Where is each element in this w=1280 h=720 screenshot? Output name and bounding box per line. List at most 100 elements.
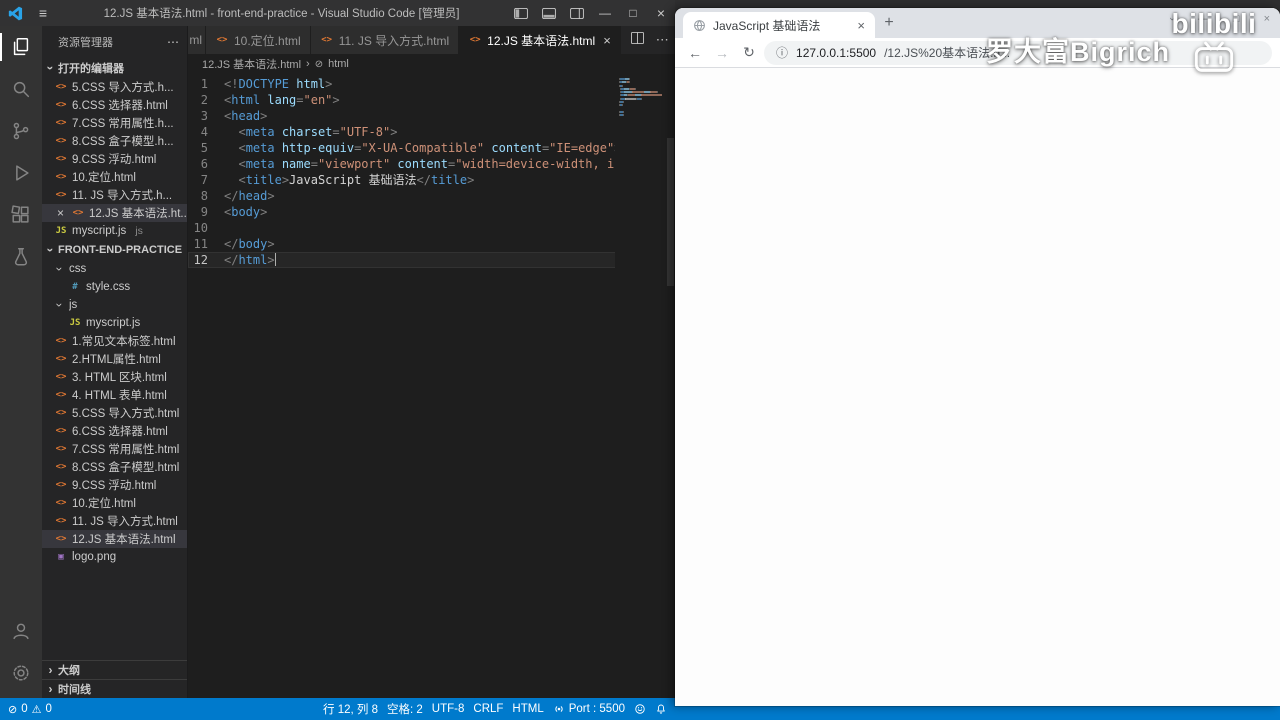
- open-editor-item[interactable]: <> 7.CSS 常用属性.h...: [42, 114, 187, 132]
- activity-bar-item-explorer[interactable]: [0, 26, 42, 68]
- menu-icon[interactable]: ≡: [30, 5, 56, 21]
- code-line[interactable]: 4 <meta charset="UTF-8">: [188, 124, 675, 140]
- editor-tab[interactable]: ml: [188, 26, 206, 54]
- tree-file[interactable]: <> 8.CSS 盒子模型.html: [42, 458, 187, 476]
- minimap-line: [619, 94, 662, 97]
- code-text: <head>: [224, 109, 268, 123]
- bell-icon[interactable]: [655, 703, 667, 715]
- tree-file[interactable]: <> 9.CSS 浮动.html: [42, 476, 187, 494]
- close-icon[interactable]: ×: [603, 33, 611, 48]
- tree-file[interactable]: <> 5.CSS 导入方式.html: [42, 404, 187, 422]
- code-line[interactable]: 9 <body>: [188, 204, 675, 220]
- open-editor-item[interactable]: <> 8.CSS 盒子模型.h...: [42, 132, 187, 150]
- html-file-icon: <>: [469, 35, 481, 45]
- new-tab-button[interactable]: +: [875, 10, 903, 36]
- close-button[interactable]: ×: [647, 0, 675, 26]
- code-line[interactable]: 12 </html>: [188, 252, 675, 268]
- open-editor-item[interactable]: <> 6.CSS 选择器.html: [42, 96, 187, 114]
- open-editor-item[interactable]: <> 10.定位.html: [42, 168, 187, 186]
- window-title: 12.JS 基本语法.html - front-end-practice - V…: [103, 8, 460, 20]
- breadcrumb[interactable]: 12.JS 基本语法.html › ⊘ html: [188, 54, 675, 74]
- timeline-section-header[interactable]: › 时间线: [42, 679, 187, 698]
- open-editors-header[interactable]: › 打开的编辑器: [42, 58, 187, 78]
- open-editor-item[interactable]: JS myscript.js js: [42, 222, 187, 240]
- author-watermark: 罗大富Bigrich: [986, 37, 1171, 67]
- maximize-button[interactable]: □: [619, 0, 647, 26]
- tree-file[interactable]: JS myscript.js: [42, 314, 187, 332]
- tree-file[interactable]: <> 6.CSS 选择器.html: [42, 422, 187, 440]
- indentation-setting[interactable]: 空格: 2: [387, 701, 423, 717]
- toggle-panel-icon[interactable]: [535, 0, 563, 26]
- open-editor-item[interactable]: <> 9.CSS 浮动.html: [42, 150, 187, 168]
- sidebar-more-actions-icon[interactable]: ⋯: [167, 35, 179, 49]
- code-line[interactable]: 10: [188, 220, 675, 236]
- breadcrumb-file[interactable]: 12.JS 基本语法.html: [202, 56, 301, 72]
- tree-file[interactable]: ▣ logo.png: [42, 548, 187, 566]
- activity-bar-item-extensions[interactable]: [0, 194, 42, 236]
- open-editor-item[interactable]: <> 5.CSS 导入方式.h...: [42, 78, 187, 96]
- editor-tab[interactable]: <> 10.定位.html: [206, 26, 311, 54]
- minimap-line: [619, 84, 662, 87]
- eol-setting[interactable]: CRLF: [473, 703, 503, 715]
- scrollbar-thumb[interactable]: [667, 138, 674, 286]
- minimize-button[interactable]: —: [591, 0, 619, 26]
- minimap[interactable]: [615, 74, 675, 698]
- editor-tab[interactable]: <> 11. JS 导入方式.html: [310, 26, 460, 54]
- tree-folder[interactable]: › css: [42, 260, 187, 278]
- minimap-line: [619, 110, 662, 113]
- project-section-header[interactable]: › FRONT-END-PRACTICE: [42, 240, 187, 260]
- site-info-icon[interactable]: ⓘ: [776, 44, 788, 61]
- outline-section-header[interactable]: › 大纲: [42, 660, 187, 679]
- tree-file[interactable]: <> 4. HTML 表单.html: [42, 386, 187, 404]
- toggle-sidebar-icon[interactable]: [507, 0, 535, 26]
- forward-icon[interactable]: →: [710, 41, 734, 65]
- toggle-secondary-sidebar-icon[interactable]: [563, 0, 591, 26]
- activity-bar-item-tests[interactable]: [0, 236, 42, 278]
- tree-file[interactable]: <> 12.JS 基本语法.html: [42, 530, 187, 548]
- language-mode[interactable]: HTML: [512, 703, 543, 715]
- code-line[interactable]: 8 </head>: [188, 188, 675, 204]
- reload-icon[interactable]: ↻: [737, 41, 761, 65]
- browser-tab-title: JavaScript 基础语法: [713, 18, 821, 33]
- code-line[interactable]: 11 </body>: [188, 236, 675, 252]
- activity-bar-item-run-debug[interactable]: [0, 152, 42, 194]
- tree-file[interactable]: <> 11. JS 导入方式.html: [42, 512, 187, 530]
- more-actions-icon[interactable]: ⋯: [656, 32, 669, 48]
- code-line[interactable]: 5 <meta http-equiv="X-UA-Compatible" con…: [188, 140, 675, 156]
- error-icon: ⊘: [8, 703, 18, 716]
- breadcrumb-symbol[interactable]: html: [328, 58, 349, 70]
- tree-file[interactable]: <> 3. HTML 区块.html: [42, 368, 187, 386]
- activity-bar-item-account[interactable]: [0, 610, 42, 652]
- html-file-icon: <>: [55, 336, 67, 346]
- activity-bar-item-search[interactable]: [0, 68, 42, 110]
- browser-tab[interactable]: JavaScript 基础语法 ×: [683, 12, 875, 38]
- minimap-line: [619, 97, 662, 100]
- tree-file[interactable]: <> 7.CSS 常用属性.html: [42, 440, 187, 458]
- cursor-position[interactable]: 行 12, 列 8: [323, 701, 378, 717]
- open-editor-item[interactable]: × <> 12.JS 基本语法.ht...: [42, 204, 187, 222]
- code-line[interactable]: 2 <html lang="en">: [188, 92, 675, 108]
- encoding-setting[interactable]: UTF-8: [432, 703, 465, 715]
- open-editor-item[interactable]: <> 11. JS 导入方式.h...: [42, 186, 187, 204]
- close-icon[interactable]: ×: [54, 206, 67, 220]
- code-line[interactable]: 6 <meta name="viewport" content="width=d…: [188, 156, 675, 172]
- close-tab-icon[interactable]: ×: [857, 18, 865, 33]
- activity-bar-item-source-control[interactable]: [0, 110, 42, 152]
- tree-file[interactable]: # style.css: [42, 278, 187, 296]
- tree-file[interactable]: <> 2.HTML属性.html: [42, 350, 187, 368]
- code-editor[interactable]: 1 <!DOCTYPE html> 2 <html lang="en"> 3 <head>…: [188, 74, 675, 698]
- feedback-icon[interactable]: [634, 703, 646, 715]
- tree-file[interactable]: <> 1.常见文本标签.html: [42, 332, 187, 350]
- back-icon[interactable]: ←: [683, 41, 707, 65]
- split-editor-icon[interactable]: [630, 31, 644, 49]
- code-line[interactable]: 3 <head>: [188, 108, 675, 124]
- activity-bar-item-settings[interactable]: [0, 652, 42, 694]
- problems-indicator[interactable]: ⊘ 0 ⚠ 0: [8, 703, 52, 716]
- code-line[interactable]: 7 <title>JavaScript 基础语法</title>: [188, 172, 675, 188]
- code-line[interactable]: 1 <!DOCTYPE html>: [188, 76, 675, 92]
- editor-tab[interactable]: <> 12.JS 基本语法.html ×: [459, 26, 621, 54]
- line-number: 3: [200, 109, 208, 123]
- live-server-port[interactable]: Port : 5500: [553, 703, 625, 715]
- tree-folder[interactable]: › js: [42, 296, 187, 314]
- tree-file[interactable]: <> 10.定位.html: [42, 494, 187, 512]
